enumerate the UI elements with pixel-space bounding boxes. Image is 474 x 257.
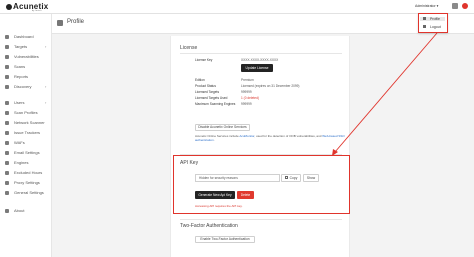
dropdown-item-logout[interactable]: Logout xyxy=(423,25,441,29)
dropdown-item-profile[interactable]: Profile xyxy=(420,17,445,21)
annotation-arrow xyxy=(332,32,438,156)
user-icon xyxy=(423,17,426,20)
user-dropdown-menu: Profile Logout xyxy=(418,13,448,33)
logout-icon xyxy=(423,25,426,28)
